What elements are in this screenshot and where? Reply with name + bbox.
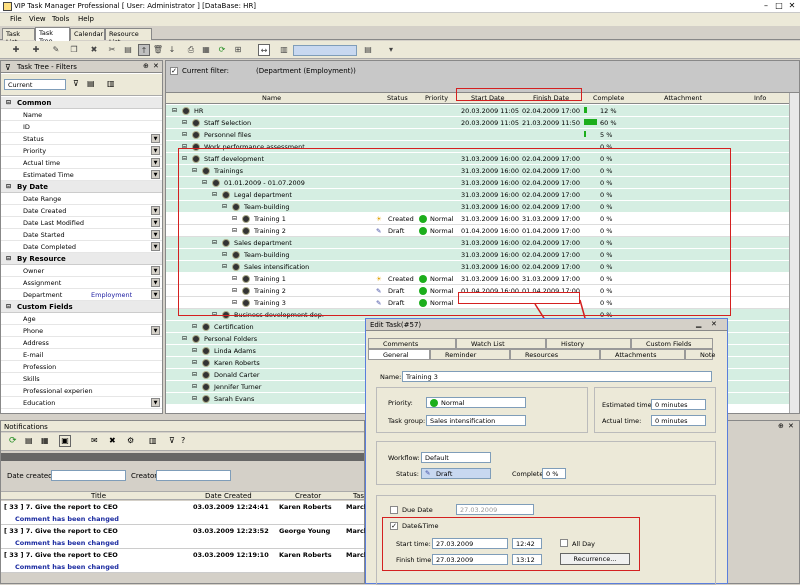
notif-header: Title Date Created Creator Tas	[1, 491, 364, 500]
notif-title: [ 33 ] 7. Give the report to CEO	[4, 503, 118, 511]
finish-date-input[interactable]: 27.03.2009	[432, 554, 508, 565]
notification-row[interactable]: [ 33 ] 7. Give the report to CEO 03.03.20…	[1, 549, 369, 561]
notif-filter2-icon[interactable]: ⊽	[169, 436, 175, 445]
start-date-input[interactable]: 27.03.2009	[432, 538, 508, 549]
notif-col-creator[interactable]: Creator	[295, 492, 321, 500]
datetime-label: Date&Time	[402, 522, 439, 530]
taskgroup-select[interactable]: Sales intensification	[426, 415, 526, 426]
notif-close-icon[interactable]: ✕	[788, 422, 794, 430]
tab-comments[interactable]: Comments	[368, 338, 456, 349]
notif-settings-icon[interactable]: ⚙	[127, 436, 134, 445]
notif-col-title[interactable]: Title	[91, 492, 106, 500]
priority-label: Priority:	[388, 399, 413, 407]
notif-list-icon[interactable]: ▦	[41, 436, 49, 445]
actual-time-label: Actual time:	[602, 417, 642, 425]
status-select[interactable]: ✎ Draft	[421, 468, 491, 479]
notif-creator: Karen Roberts	[279, 551, 332, 559]
actual-time-input[interactable]: 0 minutes	[651, 415, 706, 426]
time-group	[594, 387, 716, 433]
notif-creator: George Young	[279, 527, 331, 535]
priority-normal-icon	[430, 399, 438, 407]
notif-pin-icon[interactable]: ⊕	[778, 422, 784, 430]
notif-title: [ 33 ] 7. Give the report to CEO	[4, 527, 118, 535]
notification-message-row[interactable]: Comment has been changed	[1, 561, 364, 573]
edit-task-dialog: Edit Task(#57) ▁ ✕ Comments Watch List H…	[365, 318, 728, 585]
finish-time-input[interactable]: 13:12	[512, 554, 542, 565]
tab-resources[interactable]: Resources	[510, 349, 600, 360]
due-date-label: Due Date	[402, 506, 433, 514]
tab-attachments[interactable]: Attachments	[600, 349, 685, 360]
name-input[interactable]: Training 3	[402, 371, 712, 382]
priority-group	[376, 387, 588, 433]
start-time-label: Start time:	[396, 540, 431, 548]
dialog-title: Edit Task(#57)	[370, 321, 422, 329]
notif-date: 03.03.2009 12:19:10	[193, 551, 269, 559]
complete-input[interactable]: 0 %	[542, 468, 566, 479]
all-day-label: All Day	[572, 540, 595, 548]
recurrence-button[interactable]: Recurrence...	[560, 553, 630, 565]
due-date-checkbox[interactable]	[390, 506, 398, 514]
workflow-select[interactable]: Default	[421, 452, 491, 463]
finish-time-label: Finish time:	[396, 556, 434, 564]
tab-history[interactable]: History	[546, 338, 631, 349]
estimated-time-label: Estimated time:	[602, 401, 654, 409]
notifications-title: Notifications	[4, 423, 48, 431]
notification-message-row[interactable]: Comment has been changed	[1, 513, 364, 525]
notif-message: Comment has been changed	[15, 539, 119, 547]
datetime-checkbox[interactable]: ✓	[390, 522, 398, 530]
notification-row[interactable]: [ 33 ] 7. Give the report to CEO 03.03.20…	[1, 525, 369, 537]
tab-note[interactable]: Note	[685, 349, 715, 360]
notif-delete-icon[interactable]: ✖	[109, 436, 116, 445]
notifications-toolbar: ⟳ ▤ ▦ ▣ ✉ ✖ ⚙ ▥ ⊽ ?	[1, 433, 364, 451]
notifications-panel-right: ⊕ ✕	[728, 420, 800, 584]
dialog-minimize-icon[interactable]: ▁	[696, 320, 701, 328]
notif-col-date[interactable]: Date Created	[205, 492, 252, 500]
notification-row[interactable]: [ 33 ] 7. Give the report to CEO 03.03.20…	[1, 501, 369, 513]
tab-general[interactable]: General	[368, 349, 430, 360]
estimated-time-input[interactable]: 0 minutes	[651, 399, 706, 410]
dialog-close-icon[interactable]: ✕	[711, 320, 717, 328]
notif-mark-icon[interactable]: ✉	[91, 436, 98, 445]
notif-message: Comment has been changed	[15, 563, 119, 571]
notif-date: 03.03.2009 12:24:41	[193, 503, 269, 511]
workflow-label: Workflow:	[388, 454, 420, 462]
all-day-checkbox[interactable]	[560, 539, 568, 547]
notif-creator: Karen Roberts	[279, 503, 332, 511]
status-value: Draft	[436, 470, 453, 478]
notif-col-task[interactable]: Tas	[353, 492, 364, 500]
notif-view-icon[interactable]: ▣	[59, 435, 71, 447]
notif-filter-icon[interactable]: ▤	[25, 436, 33, 445]
complete-label: Complete:	[512, 470, 546, 478]
notif-title: [ 33 ] 7. Give the report to CEO	[4, 551, 118, 559]
notif-message: Comment has been changed	[15, 515, 119, 523]
start-time-input[interactable]: 12:42	[512, 538, 542, 549]
notif-columns-icon[interactable]: ▥	[149, 436, 157, 445]
taskgroup-label: Task group:	[388, 417, 426, 425]
priority-select[interactable]: Normal	[426, 397, 526, 408]
tab-reminder[interactable]: Reminder	[430, 349, 510, 360]
due-date-input[interactable]: 27.03.2009	[456, 504, 534, 515]
notification-message-row[interactable]: Comment has been changed	[1, 537, 364, 549]
tab-custom-fields[interactable]: Custom Fields	[631, 338, 713, 349]
notif-refresh-icon[interactable]: ⟳	[9, 436, 17, 446]
priority-value: Normal	[441, 399, 465, 407]
tab-watch-list[interactable]: Watch List	[456, 338, 546, 349]
status-draft-icon: ✎	[425, 469, 431, 477]
notif-help-icon[interactable]: ?	[181, 436, 185, 445]
notif-date: 03.03.2009 12:23:52	[193, 527, 269, 535]
creator-select[interactable]	[156, 470, 231, 481]
status-label: Status:	[396, 470, 419, 478]
date-created-label: Date created:	[7, 472, 55, 480]
name-label: Name:	[380, 373, 402, 381]
notifications-panel: Notifications ⟳ ▤ ▦ ▣ ✉ ✖ ⚙ ▥ ⊽ ? Date c…	[0, 420, 369, 584]
notif-group-bar	[1, 453, 364, 461]
date-created-select[interactable]	[51, 470, 126, 481]
